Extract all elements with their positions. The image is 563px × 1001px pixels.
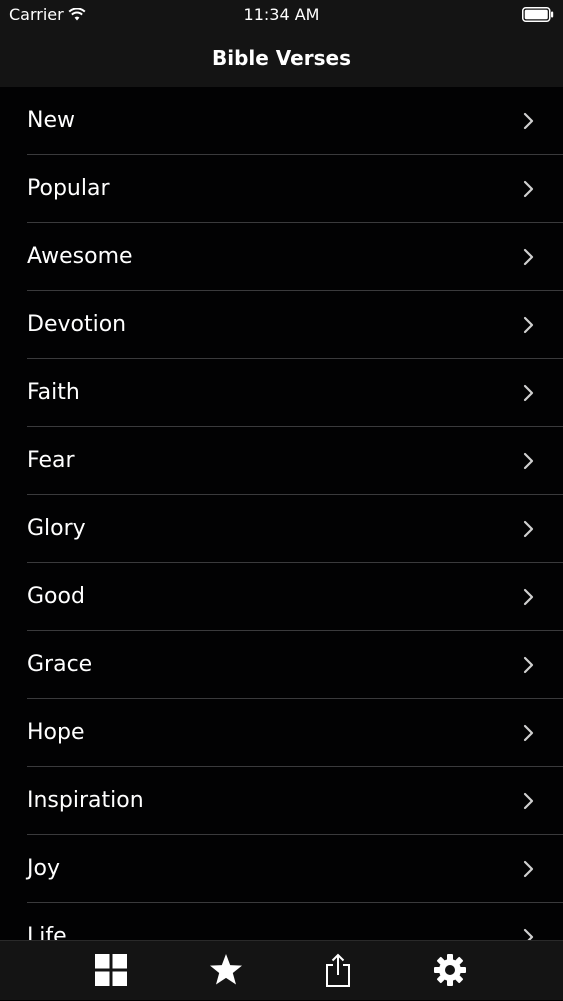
tab-bar <box>0 940 563 1000</box>
list-item-new[interactable]: New <box>0 87 563 155</box>
list-item-label: Life <box>27 924 67 940</box>
grid-icon <box>95 954 127 986</box>
chevron-right-icon <box>523 928 534 940</box>
chevron-right-icon <box>523 180 534 198</box>
status-bar: Carrier 11:34 AM <box>0 0 563 30</box>
navigation-bar: Bible Verses <box>0 30 563 87</box>
list-item-label: Good <box>27 584 85 609</box>
chevron-right-icon <box>523 588 534 606</box>
list-item-awesome[interactable]: Awesome <box>0 223 563 291</box>
list-item-devotion[interactable]: Devotion <box>0 291 563 359</box>
list-item-label: Faith <box>27 380 80 405</box>
list-item-fear[interactable]: Fear <box>0 427 563 495</box>
list-item-glory[interactable]: Glory <box>0 495 563 563</box>
chevron-right-icon <box>523 452 534 470</box>
page-title: Bible Verses <box>212 46 351 70</box>
share-icon <box>326 953 350 987</box>
list-item-label: Joy <box>27 856 60 881</box>
list-item-inspiration[interactable]: Inspiration <box>0 767 563 835</box>
battery-icon <box>522 7 554 22</box>
list-item-hope[interactable]: Hope <box>0 699 563 767</box>
list-item-good[interactable]: Good <box>0 563 563 631</box>
tab-share[interactable] <box>307 941 367 1001</box>
list-item-faith[interactable]: Faith <box>0 359 563 427</box>
list-item-grace[interactable]: Grace <box>0 631 563 699</box>
chevron-right-icon <box>523 316 534 334</box>
star-icon <box>210 954 242 985</box>
chevron-right-icon <box>523 384 534 402</box>
tab-favorites[interactable] <box>195 941 255 1001</box>
list-item-label: Grace <box>27 652 93 677</box>
list-item-popular[interactable]: Popular <box>0 155 563 223</box>
list-item-label: Popular <box>27 176 110 201</box>
chevron-right-icon <box>523 112 534 130</box>
list-item-label: Awesome <box>27 244 133 269</box>
chevron-right-icon <box>523 520 534 538</box>
gear-icon <box>434 954 466 986</box>
list-item-life[interactable]: Life <box>0 903 563 940</box>
chevron-right-icon <box>523 860 534 878</box>
list-item-label: Fear <box>27 448 75 473</box>
list-item-label: Hope <box>27 720 85 745</box>
chevron-right-icon <box>523 792 534 810</box>
list-item-joy[interactable]: Joy <box>0 835 563 903</box>
tab-settings[interactable] <box>419 941 479 1001</box>
list-item-label: Devotion <box>27 312 127 337</box>
list-item-label: Inspiration <box>27 788 144 813</box>
chevron-right-icon <box>523 656 534 674</box>
tab-categories[interactable] <box>80 941 140 1001</box>
list-item-label: New <box>27 108 75 133</box>
chevron-right-icon <box>523 724 534 742</box>
list-item-label: Glory <box>27 516 86 541</box>
status-time: 11:34 AM <box>243 5 320 24</box>
category-list[interactable]: New Popular Awesome Devotion Faith Fear … <box>0 87 563 940</box>
chevron-right-icon <box>523 248 534 266</box>
